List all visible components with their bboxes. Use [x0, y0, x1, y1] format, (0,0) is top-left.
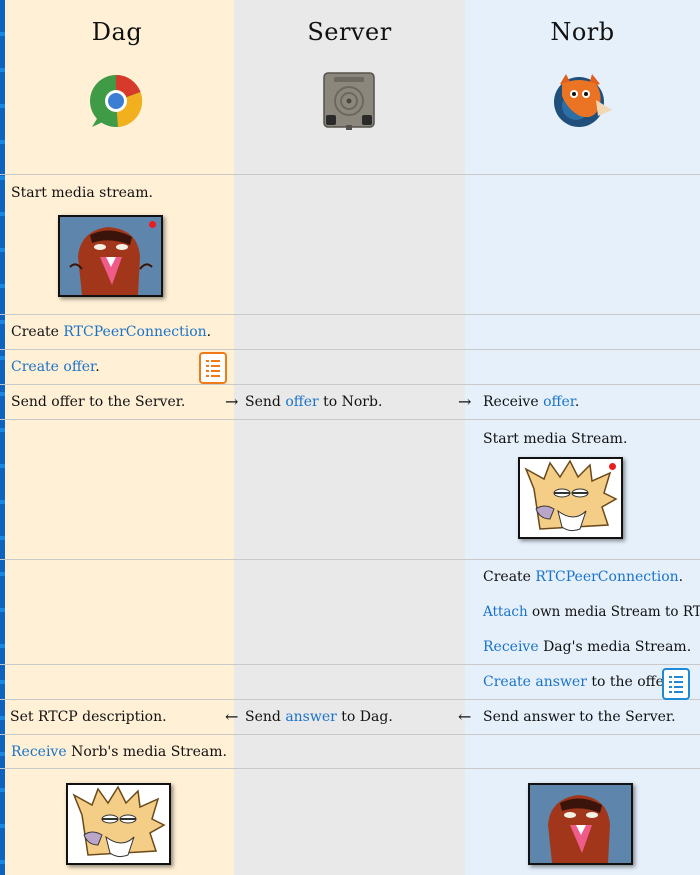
- text-fragment: to the offer.: [586, 674, 674, 690]
- text-fragment: Send: [245, 394, 286, 410]
- row-divider: [0, 664, 700, 665]
- row-divider: [0, 419, 700, 420]
- create-offer-link[interactable]: Create offer: [11, 359, 95, 375]
- norb-receive-stream-text: Receive Dag's media Stream.: [483, 639, 691, 655]
- text-fragment: .: [574, 394, 580, 410]
- row-divider: [0, 699, 700, 700]
- row-divider: [0, 559, 700, 560]
- dag-receive-stream-text: Receive Norb's media Stream.: [11, 744, 227, 760]
- arrow-left-icon: ←: [458, 707, 472, 726]
- rtcpeerconnection-link[interactable]: RTCPeerConnection: [63, 324, 206, 340]
- dag-set-description-text: Set RTCP description.: [10, 709, 167, 725]
- left-accent-bar: [0, 0, 5, 875]
- text-fragment: Send: [245, 709, 286, 725]
- text-fragment: Create: [483, 569, 536, 585]
- arrow-left-icon: ←: [225, 707, 239, 726]
- receive-link[interactable]: Receive: [11, 744, 67, 760]
- offer-link[interactable]: offer: [543, 394, 575, 410]
- text-fragment: to Norb.: [318, 394, 383, 410]
- text-fragment: Norb's media Stream.: [66, 744, 227, 760]
- beaver-dag-media-icon: [528, 783, 633, 865]
- dag-create-offer-text: Create offer.: [11, 359, 100, 375]
- chrome-browser-icon: [90, 74, 143, 127]
- attach-link[interactable]: Attach: [483, 604, 528, 620]
- firefox-browser-icon: [554, 74, 612, 127]
- offer-link[interactable]: offer: [285, 394, 318, 410]
- text-fragment: Create: [11, 324, 64, 340]
- record-indicator: [149, 221, 156, 228]
- text-fragment: Dag's media Stream.: [538, 639, 692, 655]
- row-divider: [0, 734, 700, 735]
- dag-create-peer-text: Create RTCPeerConnection.: [11, 324, 211, 340]
- dag-send-offer-text: Send offer to the Server.: [11, 394, 186, 410]
- server-title: Server: [307, 18, 392, 46]
- dag-start-media-text: Start media stream.: [11, 185, 153, 201]
- norb-create-peer-text: Create RTCPeerConnection.: [483, 569, 683, 585]
- norb-receive-offer-text: Receive offer.: [483, 394, 579, 410]
- norb-create-answer-text: Create answer to the offer.: [483, 674, 674, 690]
- text-fragment: .: [206, 324, 212, 340]
- record-indicator: [609, 463, 616, 470]
- offer-document-icon: [199, 352, 227, 384]
- webrtc-sequence-diagram: Dag Server Norb Start media stream. Crea…: [0, 0, 700, 875]
- create-answer-link[interactable]: Create answer: [483, 674, 587, 690]
- text-fragment: Receive: [483, 394, 544, 410]
- arrow-right-icon: →: [225, 392, 239, 411]
- arrow-right-icon: →: [458, 392, 472, 411]
- beaver-norb-media-icon: [66, 783, 171, 865]
- beaver-dag-media-icon: [58, 215, 163, 297]
- server-send-answer-text: Send answer to Dag.: [245, 709, 393, 725]
- beaver-norb-media-icon: [518, 457, 623, 539]
- text-fragment: .: [95, 359, 100, 375]
- receive-link[interactable]: Receive: [483, 639, 539, 655]
- answer-link[interactable]: answer: [285, 709, 337, 725]
- norb-attach-stream-text: Attach own media Stream to RTCP.: [483, 604, 700, 620]
- norb-start-media-text: Start media Stream.: [483, 431, 628, 447]
- row-divider: [0, 384, 700, 385]
- norb-title: Norb: [550, 18, 615, 46]
- norb-send-answer-text: Send answer to the Server.: [483, 709, 676, 725]
- row-divider: [0, 314, 700, 315]
- row-divider: [0, 174, 700, 175]
- rtcpeerconnection-link[interactable]: RTCPeerConnection: [535, 569, 678, 585]
- server-send-offer-text: Send offer to Norb.: [245, 394, 382, 410]
- row-divider: [0, 768, 700, 769]
- server-box-icon: [323, 72, 375, 130]
- dag-title: Dag: [91, 18, 143, 46]
- row-divider: [0, 349, 700, 350]
- server-column: [234, 0, 465, 875]
- text-fragment: own media Stream to RTCP.: [531, 604, 700, 620]
- answer-document-icon: [662, 668, 690, 700]
- text-fragment: .: [678, 569, 684, 585]
- text-fragment: to Dag.: [336, 709, 393, 725]
